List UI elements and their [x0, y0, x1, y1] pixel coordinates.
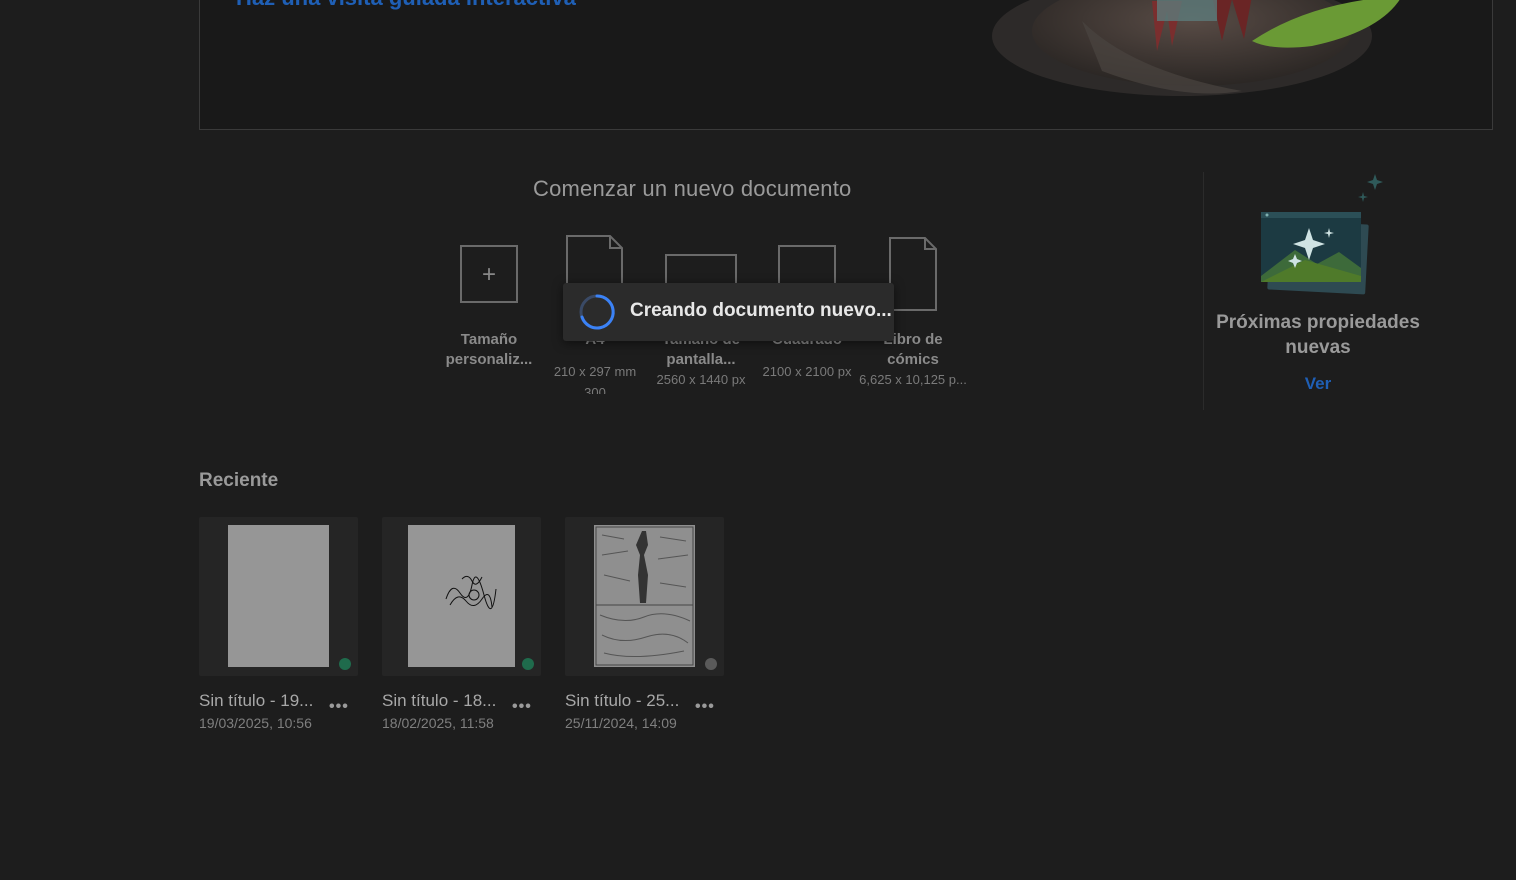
loading-spinner-icon	[579, 294, 615, 330]
portrait-page-icon	[889, 237, 937, 311]
recent-file-date: 18/02/2025, 11:58	[382, 715, 494, 731]
preset-size: 2100 x 2100 px	[762, 364, 852, 379]
creating-document-toast: Creando documento nuevo...	[563, 283, 894, 341]
file-thumbnail	[408, 525, 515, 667]
blank-frame-icon: +	[460, 245, 518, 303]
section-divider	[1203, 172, 1204, 410]
recent-file-card[interactable]	[199, 517, 358, 676]
recent-file-name[interactable]: Sin título - 18...	[382, 691, 496, 711]
recent-file-card[interactable]	[565, 517, 724, 676]
cloud-icon	[705, 658, 717, 670]
view-upcoming-link[interactable]: Ver	[1212, 374, 1424, 394]
recent-file-name[interactable]: Sin título - 25...	[565, 691, 679, 711]
sketch-scribble-icon	[445, 575, 497, 609]
recent-file-date: 19/03/2025, 10:56	[199, 715, 312, 731]
banner-illustration	[992, 0, 1400, 96]
more-options-icon[interactable]: •••	[695, 698, 715, 716]
preset-name: Tamaño personaliz...	[445, 331, 533, 368]
file-thumbnail	[594, 525, 695, 667]
preset-resolution: 300	[584, 385, 606, 394]
preset-custom-size[interactable]: + Tamaño personaliz...	[434, 240, 544, 370]
promo-banner: Haz una visita guiada interactiva	[199, 0, 1493, 130]
upcoming-features-title: Próximas propiedades nuevas	[1216, 312, 1420, 358]
file-thumbnail	[228, 525, 329, 667]
more-options-icon[interactable]: •••	[512, 698, 532, 716]
recent-file-card[interactable]	[382, 517, 541, 676]
recent-file-date: 25/11/2024, 14:09	[565, 715, 677, 731]
new-document-title: Comenzar un nuevo documento	[533, 176, 852, 201]
preset-size: 6,625 x 10,125 p...	[859, 372, 967, 387]
synced-check-icon	[339, 658, 351, 670]
more-options-icon[interactable]: •••	[329, 698, 349, 716]
guided-tour-link[interactable]: Haz una visita guiada interactiva	[236, 0, 576, 11]
plus-icon: +	[481, 261, 496, 288]
preset-size: 210 x 297 mm	[553, 364, 637, 379]
preset-size: 2560 x 1440 px	[656, 372, 746, 387]
recent-file-name[interactable]: Sin título - 19...	[199, 691, 313, 711]
comic-page-sketch	[595, 526, 694, 666]
overlay	[0, 0, 1516, 880]
toast-message: Creando documento nuevo...	[630, 300, 892, 321]
synced-check-icon	[522, 658, 534, 670]
sparkle-card-illustration	[1261, 174, 1383, 295]
recent-section-title: Reciente	[199, 470, 279, 491]
